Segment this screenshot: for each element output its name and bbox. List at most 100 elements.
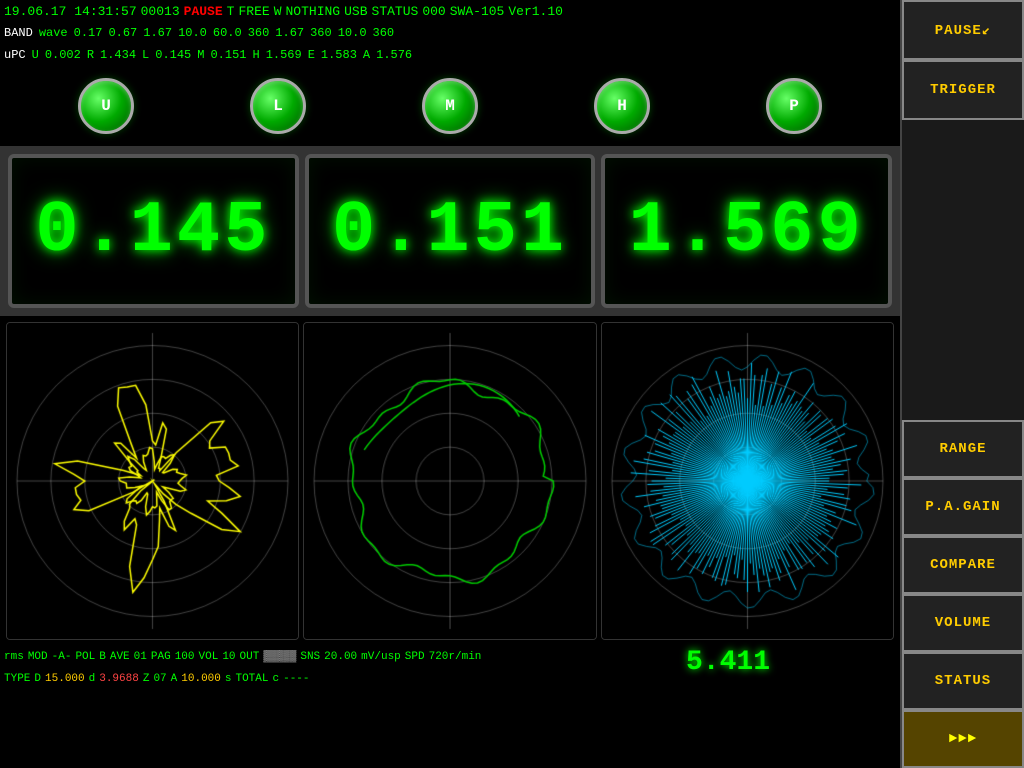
forward-button-label: ►►► bbox=[949, 731, 977, 747]
band-val-3: 1.67 bbox=[143, 26, 172, 40]
r-value: 1.434 bbox=[100, 48, 136, 62]
h-value: 1.569 bbox=[266, 48, 302, 62]
t-value: FREE bbox=[238, 4, 269, 19]
big-value: 5.411 bbox=[686, 647, 770, 678]
big-value-text: 5.411 bbox=[686, 647, 770, 678]
knob-row: U L M H P bbox=[0, 66, 900, 146]
knob-l[interactable]: L bbox=[250, 78, 306, 134]
knob-m[interactable]: M bbox=[422, 78, 478, 134]
volume-button-label: VOLUME bbox=[935, 615, 991, 631]
m-value: 0.151 bbox=[210, 48, 246, 62]
wave-label: wave bbox=[39, 26, 68, 40]
lcd-panel-l: 0.145 bbox=[8, 154, 299, 308]
upc-label: uPC bbox=[4, 48, 26, 62]
volume-button[interactable]: VOLUME bbox=[902, 594, 1024, 652]
device-label: SWA-105 bbox=[450, 4, 505, 19]
vol-label: VOL bbox=[199, 651, 219, 663]
u-value: 0.002 bbox=[45, 48, 81, 62]
trigger-button-label: TRIGGER bbox=[930, 82, 996, 98]
out-value: ▓▓▓▓▓ bbox=[263, 651, 296, 663]
band-val-5: 60.0 bbox=[213, 26, 242, 40]
ave-value: 01 bbox=[134, 651, 147, 663]
total-label: TOTAL bbox=[235, 673, 268, 685]
band-val-4: 10.0 bbox=[178, 26, 207, 40]
pause-label: PAUSE bbox=[184, 4, 223, 19]
h-label: H bbox=[252, 48, 259, 62]
lcd-l-value: 0.145 bbox=[35, 190, 271, 272]
sns-unit: mV/usp bbox=[361, 651, 401, 663]
status-value: 000 bbox=[422, 4, 445, 19]
out-label: OUT bbox=[240, 651, 260, 663]
d-value: 15.000 bbox=[45, 673, 85, 685]
d2-label: d bbox=[89, 673, 96, 685]
status-bar: 19.06.17 14:31:57 00013 PAUSE T FREE W N… bbox=[0, 0, 900, 22]
band-val-1: 0.17 bbox=[74, 26, 103, 40]
r-label: R bbox=[87, 48, 94, 62]
knob-h[interactable]: H bbox=[594, 78, 650, 134]
type-label: TYPE bbox=[4, 673, 30, 685]
m-label: M bbox=[197, 48, 204, 62]
spd-label: SPD bbox=[405, 651, 425, 663]
knob-l-label: L bbox=[273, 97, 283, 115]
status-label: STATUS bbox=[372, 4, 419, 19]
radar-canvas-left bbox=[7, 323, 298, 639]
lcd-panel-m: 0.151 bbox=[305, 154, 596, 308]
z-value: 07 bbox=[153, 673, 166, 685]
knob-p-label: P bbox=[789, 97, 799, 115]
band-val-2: 0.67 bbox=[108, 26, 137, 40]
mod-label: MOD bbox=[28, 651, 48, 663]
e-label: E bbox=[308, 48, 315, 62]
range-button[interactable]: RANGE bbox=[902, 420, 1024, 478]
pol-label: POL bbox=[75, 651, 95, 663]
knob-m-label: M bbox=[445, 97, 455, 115]
status-button[interactable]: STATUS bbox=[902, 652, 1024, 710]
w-value: NOTHING bbox=[286, 4, 341, 19]
pag-label: PAG bbox=[151, 651, 171, 663]
pol-value: B bbox=[99, 651, 106, 663]
radar-canvas-right bbox=[602, 323, 893, 639]
lcd-h-value: 1.569 bbox=[629, 190, 865, 272]
e-value: 1.583 bbox=[321, 48, 357, 62]
knob-u[interactable]: U bbox=[78, 78, 134, 134]
display-row: 0.145 0.151 1.569 bbox=[0, 146, 900, 316]
compare-button-label: COMPARE bbox=[930, 557, 996, 573]
t-label: T bbox=[227, 4, 235, 19]
radar-left bbox=[6, 322, 299, 640]
s-label: s bbox=[225, 673, 232, 685]
pa-gain-button-label: P.A.GAIN bbox=[925, 499, 1000, 515]
sns-label: SNS bbox=[300, 651, 320, 663]
radar-row bbox=[0, 316, 900, 646]
band-val-9: 10.0 bbox=[338, 26, 367, 40]
d2-value: 3.9688 bbox=[99, 673, 139, 685]
knob-u-label: U bbox=[101, 97, 111, 115]
radar-center bbox=[303, 322, 596, 640]
total-value: c bbox=[273, 673, 280, 685]
status-button-label: STATUS bbox=[935, 673, 991, 689]
pause-button[interactable]: PAUSE↙ bbox=[902, 0, 1024, 60]
knob-h-label: H bbox=[617, 97, 627, 115]
pa-gain-button[interactable]: P.A.GAIN bbox=[902, 478, 1024, 536]
a-value2: 10.000 bbox=[181, 673, 221, 685]
lcd-m-value: 0.151 bbox=[332, 190, 568, 272]
l-value: 0.145 bbox=[155, 48, 191, 62]
z-label: Z bbox=[143, 673, 150, 685]
pag-value: 100 bbox=[175, 651, 195, 663]
lcd-panel-h: 1.569 bbox=[601, 154, 892, 308]
u-label: U bbox=[32, 48, 39, 62]
sns-value: 20.00 bbox=[324, 651, 357, 663]
trigger-button[interactable]: TRIGGER bbox=[902, 60, 1024, 120]
radar-canvas-center bbox=[304, 323, 595, 639]
range-button-label: RANGE bbox=[939, 441, 986, 457]
band-val-7: 1.67 bbox=[275, 26, 304, 40]
dashes: ---- bbox=[283, 673, 309, 685]
spd-value: 720r/min bbox=[429, 651, 482, 663]
a-value: 1.576 bbox=[376, 48, 412, 62]
usb-label: USB bbox=[344, 4, 367, 19]
band-label: BAND bbox=[4, 26, 33, 40]
version-label: Ver1.10 bbox=[508, 4, 563, 19]
knob-p[interactable]: P bbox=[766, 78, 822, 134]
compare-button[interactable]: COMPARE bbox=[902, 536, 1024, 594]
id-value: 00013 bbox=[141, 4, 180, 19]
d-label: D bbox=[34, 673, 41, 685]
forward-button[interactable]: ►►► bbox=[902, 710, 1024, 768]
